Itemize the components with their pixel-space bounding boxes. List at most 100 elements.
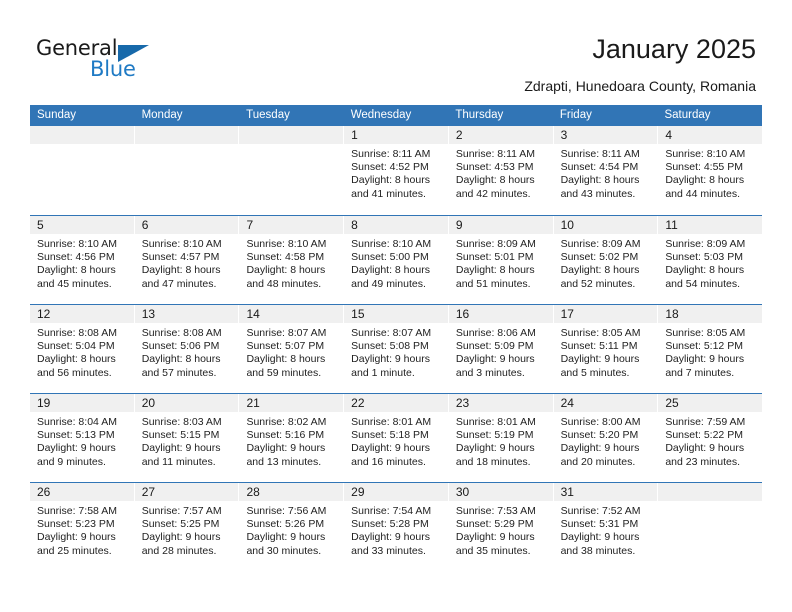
calendar-day-cell[interactable]: 10 Sunrise: 8:09 AM Sunset: 5:02 PM Dayligh… <box>553 216 659 304</box>
daylight-text-line1: Daylight: 8 hours <box>560 174 640 187</box>
sunrise-text: Sunrise: 8:07 AM <box>246 327 327 339</box>
sun-info: Sunrise: 7:58 AM Sunset: 5:23 PM Daylight:… <box>30 501 134 558</box>
calendar-day-cell[interactable]: 23 Sunrise: 8:01 AM Sunset: 5:19 PM Dayligh… <box>448 394 554 482</box>
calendar-day-cell[interactable]: 22 Sunrise: 8:01 AM Sunset: 5:18 PM Dayligh… <box>344 394 449 482</box>
calendar-day-cell[interactable]: 26 Sunrise: 7:58 AM Sunset: 5:23 PM Dayligh… <box>30 483 135 571</box>
calendar-day-cell[interactable]: 3 Sunrise: 8:11 AM Sunset: 4:54 PM Daylight… <box>553 126 659 215</box>
calendar-day-cell[interactable]: 19 Sunrise: 8:04 AM Sunset: 5:13 PM Dayligh… <box>30 394 135 482</box>
calendar-day-cell[interactable]: 29 Sunrise: 7:54 AM Sunset: 5:28 PM Dayligh… <box>344 483 449 571</box>
sunrise-text: Sunrise: 8:11 AM <box>455 148 536 160</box>
calendar-day-cell[interactable]: 18 Sunrise: 8:05 AM Sunset: 5:12 PM Dayligh… <box>658 305 763 393</box>
daylight-text-line2: and 52 minutes. <box>560 277 636 290</box>
day-number: 17 <box>553 305 658 323</box>
sunrise-text: Sunrise: 8:05 AM <box>665 327 746 339</box>
sun-info: Sunrise: 8:02 AM Sunset: 5:16 PM Daylight:… <box>239 412 343 469</box>
sun-info: Sunrise: 8:06 AM Sunset: 5:09 PM Daylight:… <box>449 323 553 380</box>
calendar-day-cell[interactable]: 31 Sunrise: 7:52 AM Sunset: 5:31 PM Dayligh… <box>553 483 659 571</box>
sunrise-text: Sunrise: 7:58 AM <box>37 505 117 517</box>
calendar-day-cell[interactable]: 13 Sunrise: 8:08 AM Sunset: 5:06 PM Dayligh… <box>134 305 240 393</box>
sun-info: Sunrise: 7:56 AM Sunset: 5:26 PM Daylight:… <box>239 501 343 558</box>
brand-logo[interactable]: General Blue <box>36 36 256 88</box>
calendar-day-cell[interactable]: 11 Sunrise: 8:09 AM Sunset: 5:03 PM Dayligh… <box>658 216 763 304</box>
daylight-text-line2: and 28 minutes. <box>141 544 217 557</box>
calendar-day-cell[interactable]: 24 Sunrise: 8:00 AM Sunset: 5:20 PM Dayligh… <box>553 394 659 482</box>
sunset-text: Sunset: 4:54 PM <box>560 161 639 174</box>
daylight-text-line2: and 44 minutes. <box>665 187 741 200</box>
calendar-day-cell[interactable]: 9 Sunrise: 8:09 AM Sunset: 5:01 PM Daylight… <box>448 216 554 304</box>
daylight-text-line1: Daylight: 9 hours <box>455 442 535 455</box>
calendar-grid: Sunday Monday Tuesday Wednesday Thursday… <box>30 105 763 571</box>
daylight-text-line1: Daylight: 8 hours <box>37 264 116 277</box>
day-number <box>658 483 763 501</box>
calendar-day-cell[interactable]: 15 Sunrise: 8:07 AM Sunset: 5:08 PM Dayligh… <box>344 305 449 393</box>
day-number: 12 <box>30 305 134 323</box>
day-number: 14 <box>239 305 344 323</box>
calendar-day-cell[interactable]: 7 Sunrise: 8:10 AM Sunset: 4:58 PM Daylight… <box>239 216 345 304</box>
sun-info: Sunrise: 8:11 AM Sunset: 4:53 PM Daylight:… <box>449 144 553 201</box>
calendar-day-cell[interactable]: 8 Sunrise: 8:10 AM Sunset: 5:00 PM Daylight… <box>344 216 449 304</box>
daylight-text-line1: Daylight: 8 hours <box>351 174 430 187</box>
calendar-day-cell[interactable]: 1 Sunrise: 8:11 AM Sunset: 4:52 PM Daylight… <box>344 126 449 215</box>
sunset-text: Sunset: 5:07 PM <box>246 340 325 353</box>
calendar-day-cell[interactable]: 16 Sunrise: 8:06 AM Sunset: 5:09 PM Dayligh… <box>448 305 554 393</box>
calendar-day-cell[interactable]: 27 Sunrise: 7:57 AM Sunset: 5:25 PM Dayligh… <box>134 483 240 571</box>
weekday-friday: Friday <box>559 109 592 121</box>
calendar-day-cell[interactable]: 17 Sunrise: 8:05 AM Sunset: 5:11 PM Dayligh… <box>553 305 659 393</box>
calendar-day-cell[interactable]: 25 Sunrise: 7:59 AM Sunset: 5:22 PM Dayligh… <box>658 394 763 482</box>
sunrise-text: Sunrise: 8:01 AM <box>351 416 432 428</box>
daylight-text-line1: Daylight: 9 hours <box>141 442 221 455</box>
daylight-text-line2: and 9 minutes. <box>37 455 106 468</box>
daylight-text-line2: and 42 minutes. <box>455 187 531 200</box>
sun-info: Sunrise: 8:01 AM Sunset: 5:18 PM Daylight:… <box>344 412 448 469</box>
calendar-day-cell[interactable]: 6 Sunrise: 8:10 AM Sunset: 4:57 PM Daylight… <box>134 216 240 304</box>
daylight-text-line2: and 5 minutes. <box>560 366 630 379</box>
calendar-day-cell[interactable]: 21 Sunrise: 8:02 AM Sunset: 5:16 PM Dayligh… <box>239 394 345 482</box>
day-number: 21 <box>239 394 344 412</box>
calendar-day-cell[interactable]: 4 Sunrise: 8:10 AM Sunset: 4:55 PM Daylight… <box>658 126 763 215</box>
sunrise-text: Sunrise: 8:10 AM <box>665 148 746 160</box>
sun-info: Sunrise: 7:59 AM Sunset: 5:22 PM Daylight:… <box>658 412 762 469</box>
calendar-day-empty <box>658 483 763 571</box>
day-number: 6 <box>134 216 239 234</box>
sunrise-text: Sunrise: 7:59 AM <box>665 416 746 428</box>
daylight-text-line2: and 54 minutes. <box>665 277 741 290</box>
sun-info: Sunrise: 8:09 AM Sunset: 5:02 PM Daylight:… <box>554 234 658 291</box>
sunset-text: Sunset: 4:57 PM <box>141 251 220 264</box>
calendar-week-row: 1 Sunrise: 8:11 AM Sunset: 4:52 PM Daylight… <box>30 126 763 215</box>
day-number: 22 <box>344 394 448 412</box>
sunset-text: Sunset: 4:58 PM <box>246 251 325 264</box>
daylight-text-line2: and 38 minutes. <box>560 544 636 557</box>
sunrise-text: Sunrise: 8:10 AM <box>351 238 432 250</box>
calendar-day-cell[interactable]: 28 Sunrise: 7:56 AM Sunset: 5:26 PM Dayligh… <box>239 483 345 571</box>
day-number: 28 <box>239 483 344 501</box>
sun-info: Sunrise: 8:09 AM Sunset: 5:03 PM Daylight:… <box>658 234 762 291</box>
day-number: 24 <box>553 394 658 412</box>
day-number: 23 <box>448 394 553 412</box>
weekday-wednesday: Wednesday <box>350 109 412 121</box>
sunset-text: Sunset: 5:09 PM <box>455 340 534 353</box>
day-number: 5 <box>30 216 134 234</box>
sunrise-text: Sunrise: 8:08 AM <box>37 327 117 339</box>
day-number: 30 <box>448 483 553 501</box>
calendar-day-cell[interactable]: 30 Sunrise: 7:53 AM Sunset: 5:29 PM Dayligh… <box>448 483 554 571</box>
daylight-text-line2: and 11 minutes. <box>141 455 216 468</box>
sun-info: Sunrise: 7:57 AM Sunset: 5:25 PM Daylight:… <box>135 501 239 558</box>
sunrise-text: Sunrise: 8:04 AM <box>37 416 117 428</box>
daylight-text-line1: Daylight: 9 hours <box>560 531 640 544</box>
daylight-text-line1: Daylight: 9 hours <box>455 353 535 366</box>
calendar-week-row: 12 Sunrise: 8:08 AM Sunset: 5:04 PM Dayligh… <box>30 304 763 393</box>
sunrise-text: Sunrise: 8:08 AM <box>141 327 222 339</box>
calendar-page: General Blue January 2025 Zdrapti, Huned… <box>0 0 792 612</box>
sunrise-text: Sunrise: 8:02 AM <box>246 416 327 428</box>
daylight-text-line1: Daylight: 9 hours <box>246 442 326 455</box>
daylight-text-line1: Daylight: 8 hours <box>455 264 535 277</box>
calendar-day-cell[interactable]: 2 Sunrise: 8:11 AM Sunset: 4:53 PM Daylight… <box>448 126 554 215</box>
sunrise-text: Sunrise: 8:03 AM <box>141 416 222 428</box>
daylight-text-line1: Daylight: 9 hours <box>351 353 430 366</box>
sunrise-text: Sunrise: 8:09 AM <box>665 238 746 250</box>
calendar-day-cell[interactable]: 14 Sunrise: 8:07 AM Sunset: 5:07 PM Dayligh… <box>239 305 345 393</box>
calendar-day-cell[interactable]: 12 Sunrise: 8:08 AM Sunset: 5:04 PM Dayligh… <box>30 305 135 393</box>
calendar-day-cell[interactable]: 5 Sunrise: 8:10 AM Sunset: 4:56 PM Daylight… <box>30 216 135 304</box>
sun-info: Sunrise: 8:09 AM Sunset: 5:01 PM Daylight:… <box>449 234 553 291</box>
calendar-day-cell[interactable]: 20 Sunrise: 8:03 AM Sunset: 5:15 PM Dayligh… <box>134 394 240 482</box>
